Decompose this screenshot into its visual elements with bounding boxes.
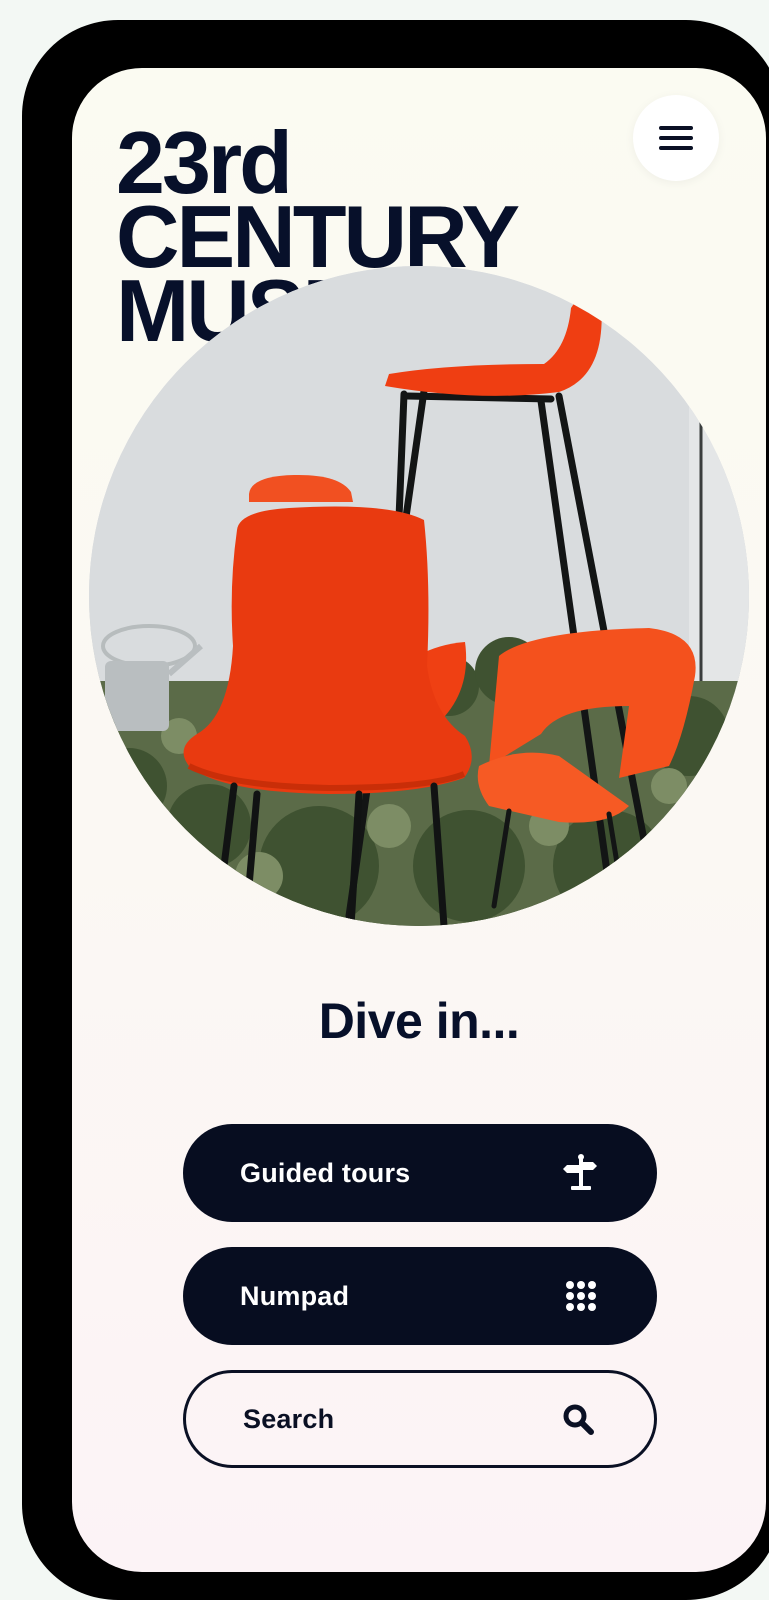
guided-tours-button[interactable]: Guided tours [183,1124,657,1222]
menu-button[interactable] [633,95,719,181]
hamburger-menu-icon [659,126,693,150]
hero-image [89,266,749,926]
phone-frame: 23rd CENTURY MUSEUM [22,20,769,1600]
search-button[interactable]: Search [183,1370,657,1468]
numpad-button[interactable]: Numpad [183,1247,657,1345]
guided-tours-label: Guided tours [240,1157,411,1188]
app-screen: 23rd CENTURY MUSEUM [72,68,766,1572]
signpost-icon [561,1153,601,1193]
dive-in-heading: Dive in... [318,993,520,1049]
numpad-label: Numpad [240,1280,350,1311]
keypad-grid-icon [561,1276,601,1316]
search-label: Search [243,1403,335,1434]
search-icon [558,1399,598,1439]
